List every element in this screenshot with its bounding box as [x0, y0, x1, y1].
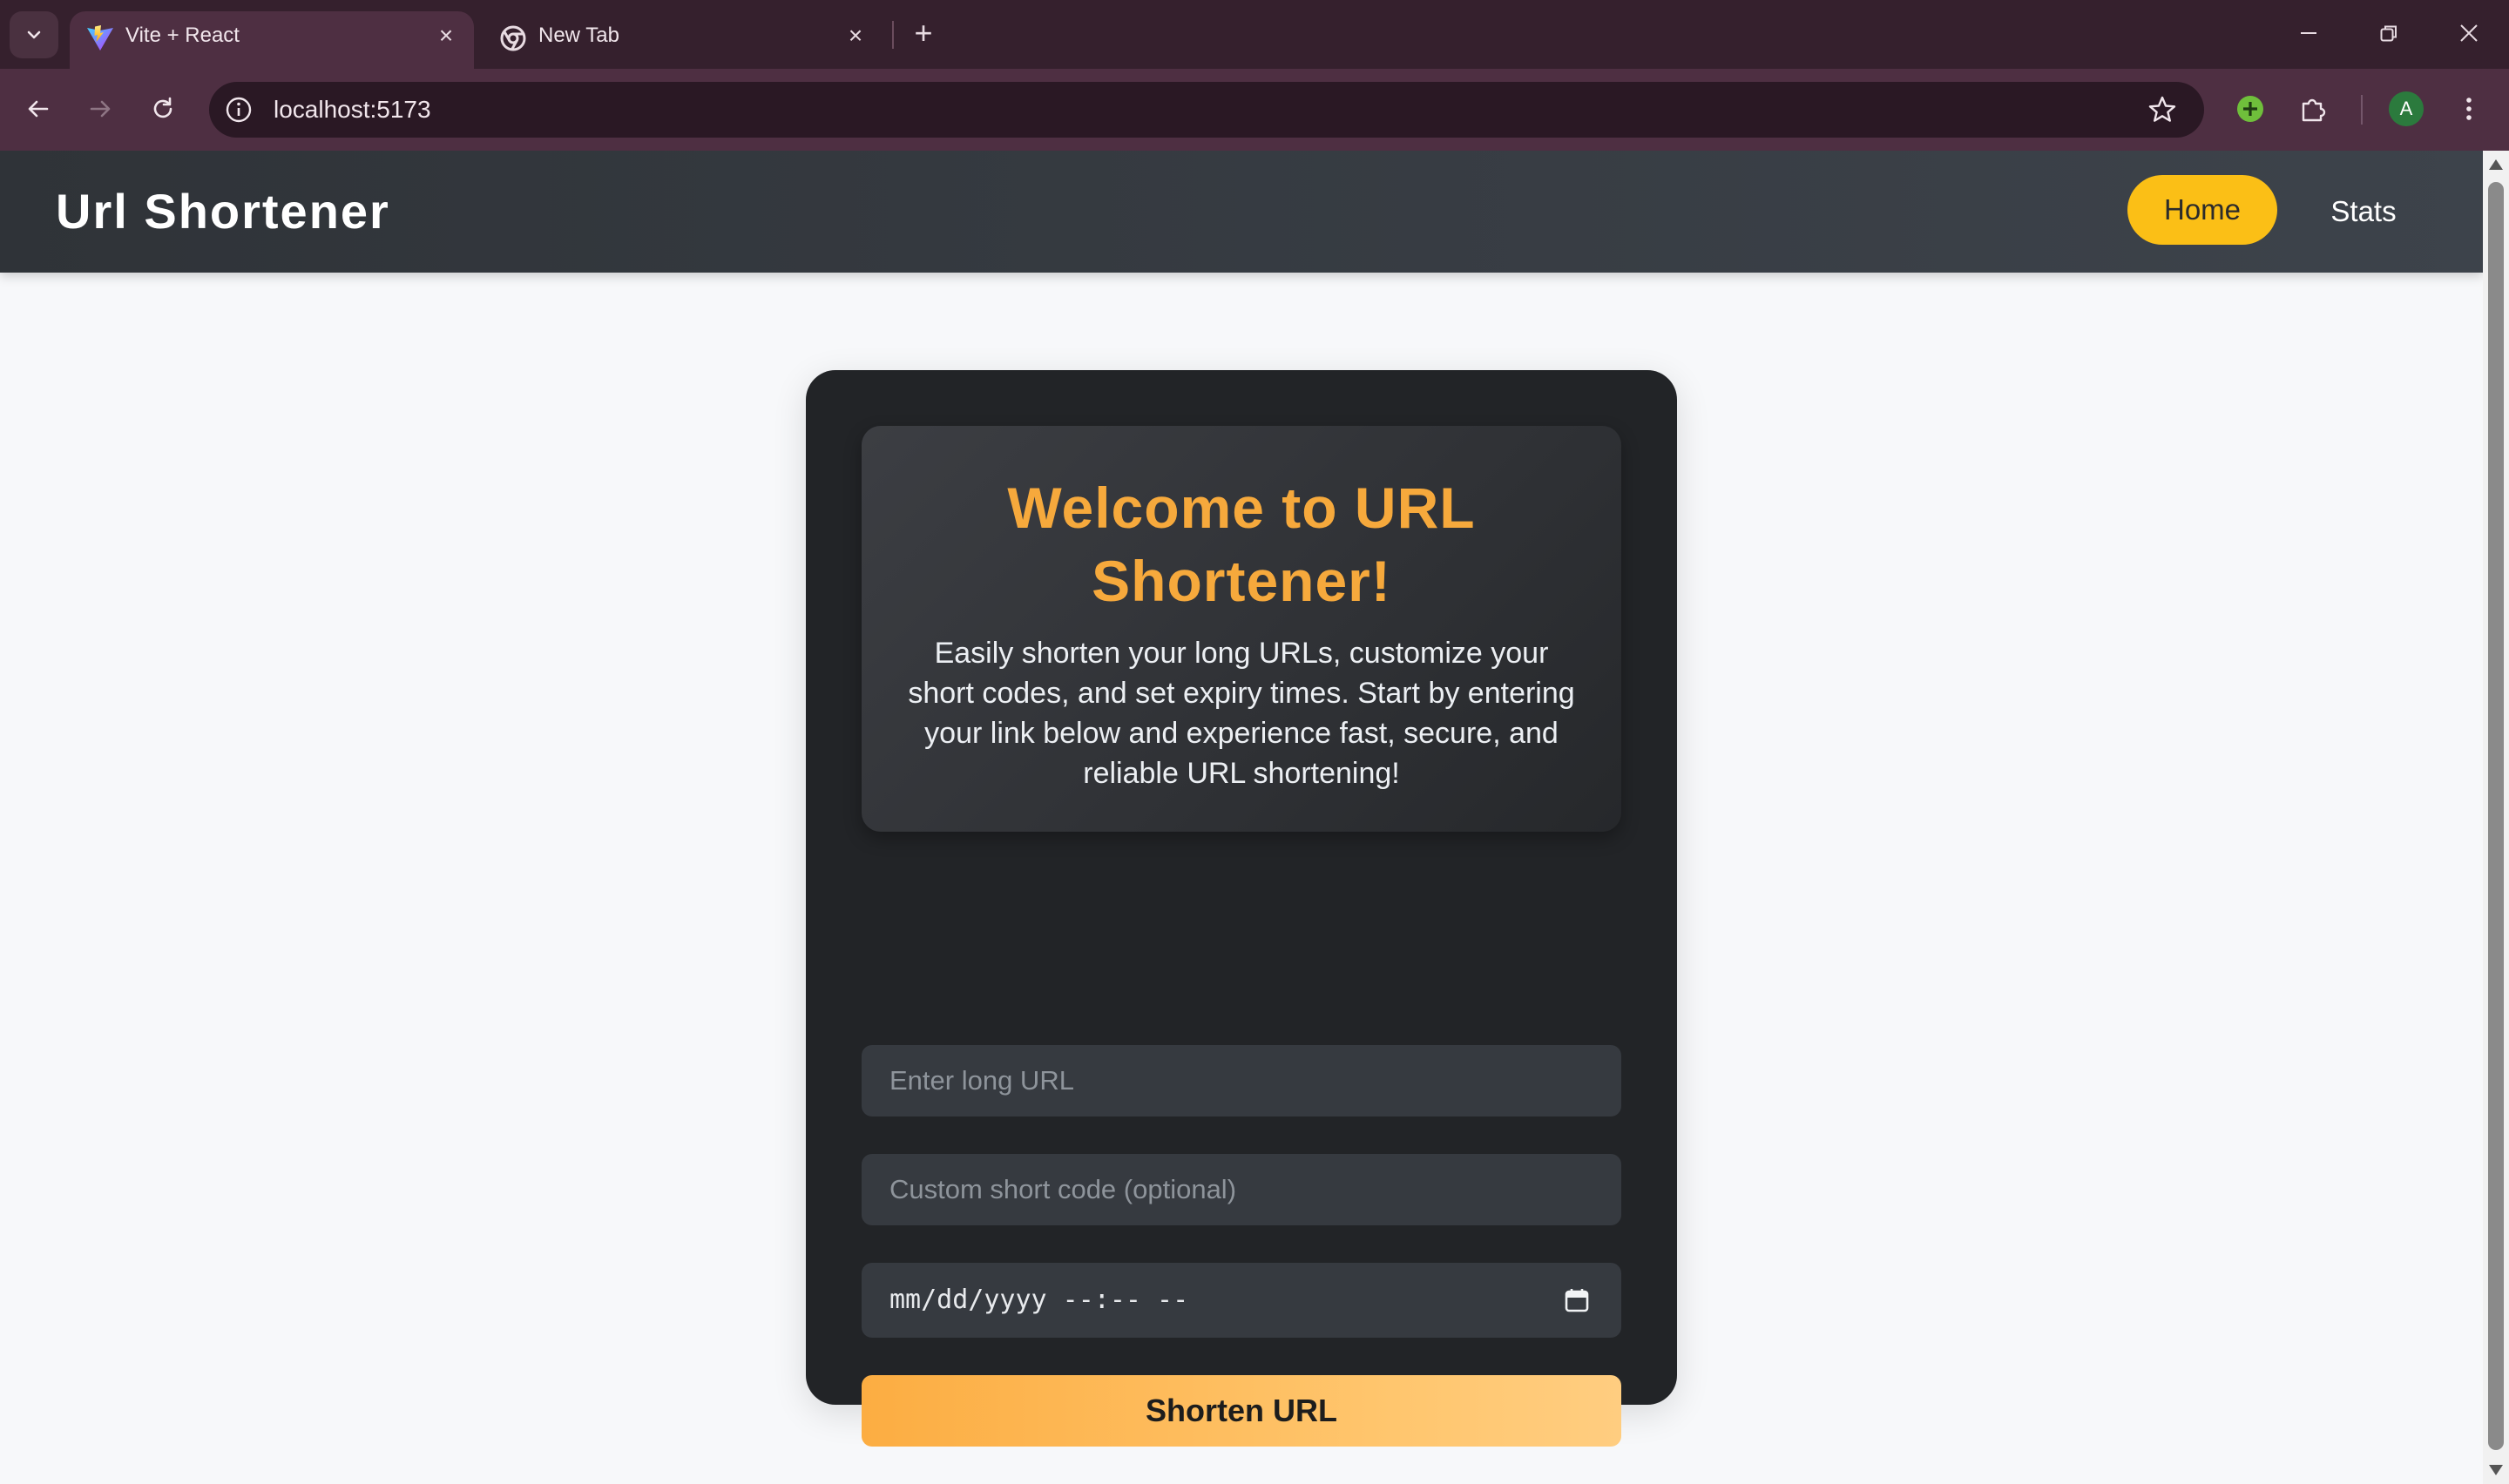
- nav-home-link[interactable]: Home: [2127, 175, 2277, 245]
- close-window-button[interactable]: [2452, 16, 2486, 51]
- restore-button[interactable]: [2371, 16, 2406, 51]
- minimize-icon: [2301, 32, 2316, 34]
- nav-stats-link[interactable]: Stats: [2309, 175, 2418, 245]
- extensions-puzzle-icon[interactable]: [2295, 90, 2333, 128]
- restore-icon: [2380, 25, 2397, 42]
- scroll-down-arrow-icon[interactable]: [2489, 1465, 2503, 1475]
- arrow-right-icon: [90, 100, 111, 118]
- short-code-input[interactable]: [862, 1154, 1621, 1225]
- tab-title: Vite + React: [125, 24, 240, 47]
- app-brand[interactable]: Url Shortener: [56, 151, 390, 273]
- page-scrollbar[interactable]: [2483, 151, 2509, 1484]
- calendar-icon[interactable]: [1564, 1287, 1590, 1313]
- browser-toolbar: localhost:5173: [0, 69, 2509, 151]
- address-text: localhost:5173: [274, 96, 431, 123]
- extension-add-icon[interactable]: [2231, 90, 2269, 128]
- address-bar[interactable]: localhost:5173: [209, 82, 2204, 138]
- welcome-panel: Welcome to URL Shortener! Easily shorten…: [862, 426, 1621, 832]
- browser-tab-strip: Vite + React × New Tab × +: [0, 0, 2509, 69]
- expiry-placeholder: mm/dd/yyyy --:-- --: [889, 1285, 1189, 1315]
- reload-icon: [153, 97, 172, 118]
- new-tab-button[interactable]: +: [908, 17, 939, 49]
- close-icon[interactable]: ×: [843, 24, 868, 48]
- expiry-datetime-input[interactable]: mm/dd/yyyy --:-- --: [862, 1263, 1621, 1338]
- toolbar-divider: [2361, 95, 2363, 125]
- chevron-down-icon: [27, 30, 41, 39]
- profile-avatar[interactable]: A: [2389, 91, 2424, 126]
- arrow-left-icon: [28, 100, 49, 118]
- welcome-title: Welcome to URL Shortener!: [1007, 476, 1476, 613]
- reload-button[interactable]: [143, 89, 183, 129]
- tab-title: New Tab: [538, 24, 619, 47]
- browser-tab-active[interactable]: Vite + React ×: [70, 11, 474, 69]
- scrollbar-thumb[interactable]: [2488, 182, 2504, 1450]
- tab-search-button[interactable]: [10, 11, 58, 58]
- welcome-description: Easily shorten your long URLs, customize…: [908, 637, 1575, 790]
- close-icon[interactable]: ×: [434, 24, 458, 48]
- minimize-button[interactable]: [2291, 16, 2326, 51]
- shortener-card: Welcome to URL Shortener! Easily shorten…: [806, 370, 1677, 1447]
- vite-icon: [87, 25, 113, 51]
- chrome-icon: [500, 25, 526, 51]
- scroll-up-arrow-icon[interactable]: [2489, 159, 2503, 170]
- long-url-input[interactable]: [862, 1045, 1621, 1116]
- info-icon[interactable]: [223, 94, 254, 125]
- browser-tab-inactive[interactable]: New Tab ×: [483, 11, 883, 69]
- back-button[interactable]: [18, 89, 58, 129]
- bookmark-star-icon[interactable]: [2147, 94, 2178, 125]
- page-viewport: Url Shortener Home Stats Welcome to URL …: [0, 151, 2483, 1484]
- app-navbar: Url Shortener Home Stats: [0, 151, 2483, 273]
- browser-menu-icon[interactable]: [2450, 90, 2488, 128]
- tab-divider: [892, 21, 894, 49]
- close-icon: [2460, 24, 2478, 42]
- forward-button[interactable]: [80, 89, 120, 129]
- shorten-url-button[interactable]: Shorten URL: [862, 1375, 1621, 1447]
